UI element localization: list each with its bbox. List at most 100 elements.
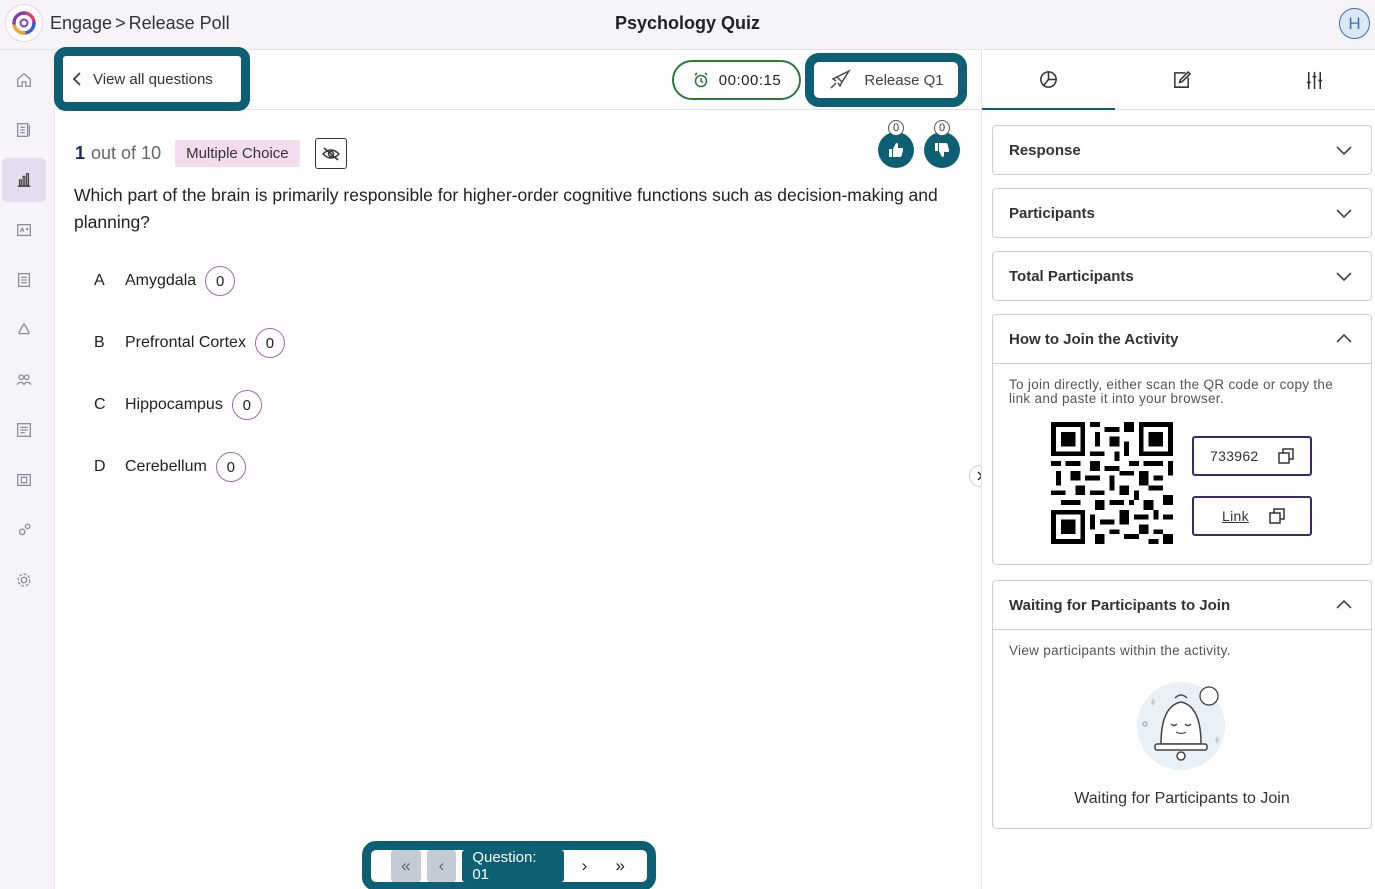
chevron-left-icon <box>72 72 81 86</box>
pie-chart-icon <box>1040 70 1057 88</box>
list-icon <box>17 423 31 437</box>
gears-icon <box>18 523 31 536</box>
copy-icon <box>1278 448 1294 464</box>
join-activity-section: How to Join the Activity To join directl… <box>992 314 1372 565</box>
avatar[interactable]: H <box>1339 8 1370 39</box>
dislike-count: 0 <box>934 120 950 136</box>
activity-panel: Response Participants Total Participants… <box>981 50 1375 889</box>
library-icon <box>17 123 31 137</box>
chevron-up-icon <box>1336 599 1352 609</box>
sidebar-item-home[interactable] <box>2 58 46 102</box>
option-letter: D <box>94 458 106 475</box>
edit-icon <box>1174 70 1192 88</box>
settings-icon <box>17 573 31 587</box>
waiting-participants-header[interactable]: Waiting for Participants to Join <box>993 581 1371 629</box>
top-bar: Engage > Release Poll Psychology Quiz H <box>0 0 1375 50</box>
join-activity-header[interactable]: How to Join the Activity <box>993 315 1371 363</box>
timer-value: 00:00:15 <box>718 71 782 89</box>
section-title: Waiting for Participants to Join <box>1009 596 1231 614</box>
section-title: How to Join the Activity <box>1009 330 1179 348</box>
hide-answers-button[interactable] <box>314 138 347 169</box>
option-b[interactable]: B Prefrontal Cortex 0 <box>94 328 285 358</box>
copy-code-button[interactable]: 733962 <box>1192 436 1312 476</box>
join-link[interactable]: Link <box>1222 509 1249 523</box>
chevron-up-icon <box>1336 333 1352 343</box>
waiting-instructions: View participants within the activity. <box>1009 643 1231 658</box>
copy-link-button[interactable]: Link <box>1192 496 1312 536</box>
page-title: Psychology Quiz <box>614 13 761 33</box>
option-label: Hippocampus <box>125 396 223 413</box>
section-title: Participants <box>1009 204 1095 222</box>
bell-illustration-icon <box>1137 682 1225 770</box>
option-label: Cerebellum <box>125 458 207 475</box>
response-header[interactable]: Response <box>993 126 1371 174</box>
first-question-button[interactable]: « <box>391 850 421 882</box>
breadcrumb-release-poll: Release Poll <box>128 13 230 33</box>
join-activity-body: To join directly, either scan the QR cod… <box>993 363 1371 564</box>
logo-icon <box>12 11 36 35</box>
release-label: Release Q1 <box>864 71 944 89</box>
question-number: 1 <box>75 143 86 163</box>
avatar-initial: H <box>1348 13 1361 33</box>
total-participants-header[interactable]: Total Participants <box>993 252 1371 300</box>
thumbs-up-icon <box>889 143 904 157</box>
sidebar-item-users[interactable] <box>2 358 46 402</box>
option-a[interactable]: A Amygdala 0 <box>94 266 236 296</box>
sidebar-item-gallery[interactable] <box>2 458 46 502</box>
like-count: 0 <box>888 120 904 136</box>
sidebar-item-recycle[interactable] <box>2 308 46 352</box>
chevron-down-icon <box>1336 209 1352 219</box>
participants-header[interactable]: Participants <box>993 189 1371 237</box>
join-instructions: To join directly, either scan the QR cod… <box>1009 377 1334 406</box>
sidebar-item-analytics[interactable] <box>2 158 46 202</box>
option-d[interactable]: D Cerebellum 0 <box>94 452 246 482</box>
thumbs-down-icon <box>935 143 950 157</box>
participants-section: Participants <box>992 188 1372 238</box>
sidebar-item-reports[interactable] <box>2 258 46 302</box>
users-icon <box>16 374 32 386</box>
tab-edit[interactable] <box>1115 50 1248 110</box>
question-type-badge: Multiple Choice <box>175 140 300 167</box>
sidebar-item-grades[interactable] <box>2 208 46 252</box>
release-question-button[interactable]: Release Q1 <box>805 53 967 107</box>
next-question-button[interactable]: › <box>569 850 600 882</box>
chevron-down-icon <box>1336 146 1352 156</box>
waiting-caption: Waiting for Participants to Join <box>1074 790 1290 807</box>
chart-icon <box>17 173 31 187</box>
breadcrumb-engage[interactable]: Engage <box>50 13 112 34</box>
recycle-icon <box>18 323 30 335</box>
grade-icon <box>17 223 31 237</box>
sidebar-item-library[interactable] <box>2 108 46 152</box>
report-icon <box>17 273 31 287</box>
rocket-icon <box>830 69 852 89</box>
home-icon <box>17 72 31 87</box>
app-logo[interactable] <box>5 4 43 42</box>
sidebar-item-settings[interactable] <box>2 558 46 602</box>
option-c[interactable]: C Hippocampus 0 <box>94 390 262 420</box>
main-content: View all questions 00:00:15 Release Q1 1… <box>54 47 980 889</box>
view-all-questions-button[interactable]: View all questions <box>54 47 250 111</box>
view-all-label: View all questions <box>93 70 213 88</box>
breadcrumb: Engage > Release Poll <box>50 13 230 34</box>
option-label: Amygdala <box>125 272 197 289</box>
waiting-participants-section: Waiting for Participants to Join View pa… <box>992 580 1372 829</box>
option-count: 0 <box>205 266 236 296</box>
sidebar-item-integrations[interactable] <box>2 508 46 552</box>
response-section: Response <box>992 125 1372 175</box>
question-pager: « ‹ Question: 01 › » <box>362 841 656 889</box>
waiting-participants-body: View participants within the activity. W… <box>993 629 1371 828</box>
option-label: Prefrontal Cortex <box>125 334 246 351</box>
eye-off-icon <box>321 146 340 161</box>
sidebar-item-list[interactable] <box>2 408 46 452</box>
last-question-button[interactable]: » <box>605 850 635 882</box>
option-count: 0 <box>254 328 285 358</box>
timer: 00:00:15 <box>672 60 801 100</box>
option-letter: B <box>94 334 105 351</box>
tab-settings[interactable] <box>1248 50 1375 110</box>
section-title: Total Participants <box>1009 267 1134 285</box>
panel-tabs <box>982 50 1375 110</box>
tab-results[interactable] <box>982 50 1115 110</box>
previous-question-button[interactable]: ‹ <box>426 850 457 882</box>
like-button[interactable]: 0 <box>878 120 914 168</box>
dislike-button[interactable]: 0 <box>924 120 960 168</box>
